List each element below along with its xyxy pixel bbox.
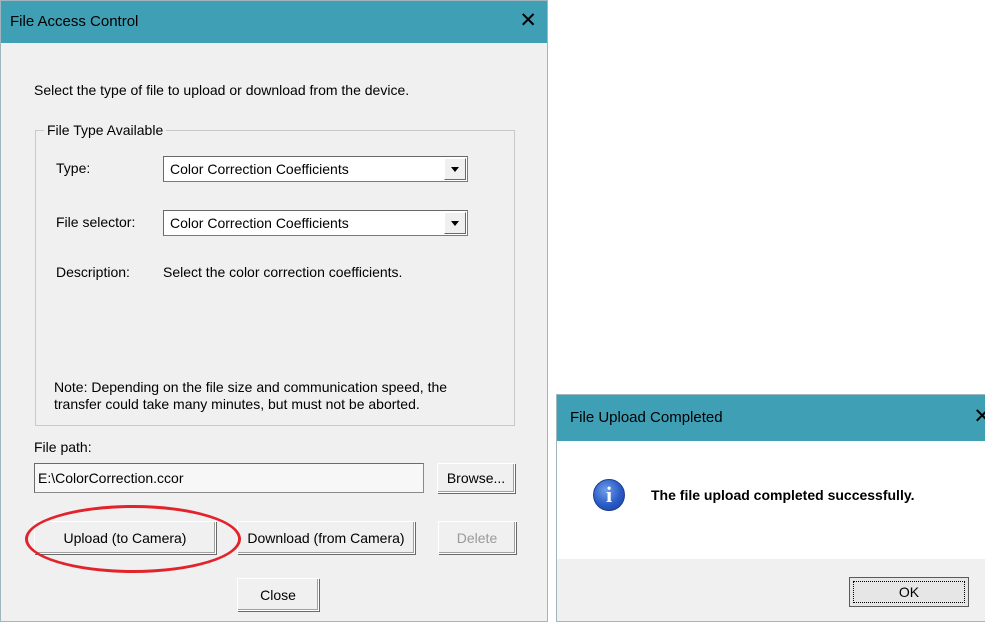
message-text: The file upload completed successfully. [651, 487, 915, 503]
description-value: Select the color correction coefficients… [163, 264, 403, 280]
type-dropdown[interactable]: Color Correction Coefficients [163, 156, 468, 182]
file-selector-label: File selector: [56, 214, 136, 230]
description-label: Description: [56, 264, 130, 280]
type-label: Type: [56, 160, 91, 176]
upload-completed-dialog: File Upload Completed ✕ i The file uploa… [556, 394, 985, 622]
title-bar[interactable]: File Access Control ✕ [1, 1, 547, 43]
file-selector-value: Color Correction Coefficients [170, 215, 349, 231]
note-line-2: transfer could take many minutes, but mu… [54, 396, 420, 412]
group-label: File Type Available [44, 122, 167, 138]
file-path-label: File path: [34, 439, 92, 455]
close-button[interactable]: Close [237, 578, 319, 611]
type-dropdown-value: Color Correction Coefficients [170, 161, 349, 177]
title-bar[interactable]: File Upload Completed ✕ [557, 395, 985, 441]
ok-button[interactable]: OK [849, 577, 969, 607]
close-icon[interactable]: ✕ [519, 9, 537, 33]
file-path-value: E:\ColorCorrection.ccor [38, 470, 184, 486]
info-icon: i [593, 479, 625, 511]
upload-button[interactable]: Upload (to Camera) [34, 521, 216, 554]
intro-text: Select the type of file to upload or dow… [34, 82, 410, 98]
browse-button[interactable]: Browse... [437, 463, 515, 493]
file-access-control-dialog: File Access Control ✕ Select the type of… [0, 0, 548, 622]
dialog-title: File Access Control [10, 13, 139, 30]
close-icon[interactable]: ✕ [973, 405, 985, 429]
file-selector-dropdown[interactable]: Color Correction Coefficients [163, 210, 468, 236]
delete-button[interactable]: Delete [438, 521, 516, 554]
note-text: Note: Depending on the file size and com… [54, 379, 494, 413]
dialog-title: File Upload Completed [570, 409, 723, 426]
dropdown-arrow-icon[interactable] [444, 212, 466, 234]
download-button[interactable]: Download (from Camera) [237, 521, 415, 554]
dropdown-arrow-icon[interactable] [444, 158, 466, 180]
file-path-field[interactable]: E:\ColorCorrection.ccor [34, 463, 424, 493]
note-line-1: Note: Depending on the file size and com… [54, 379, 448, 395]
